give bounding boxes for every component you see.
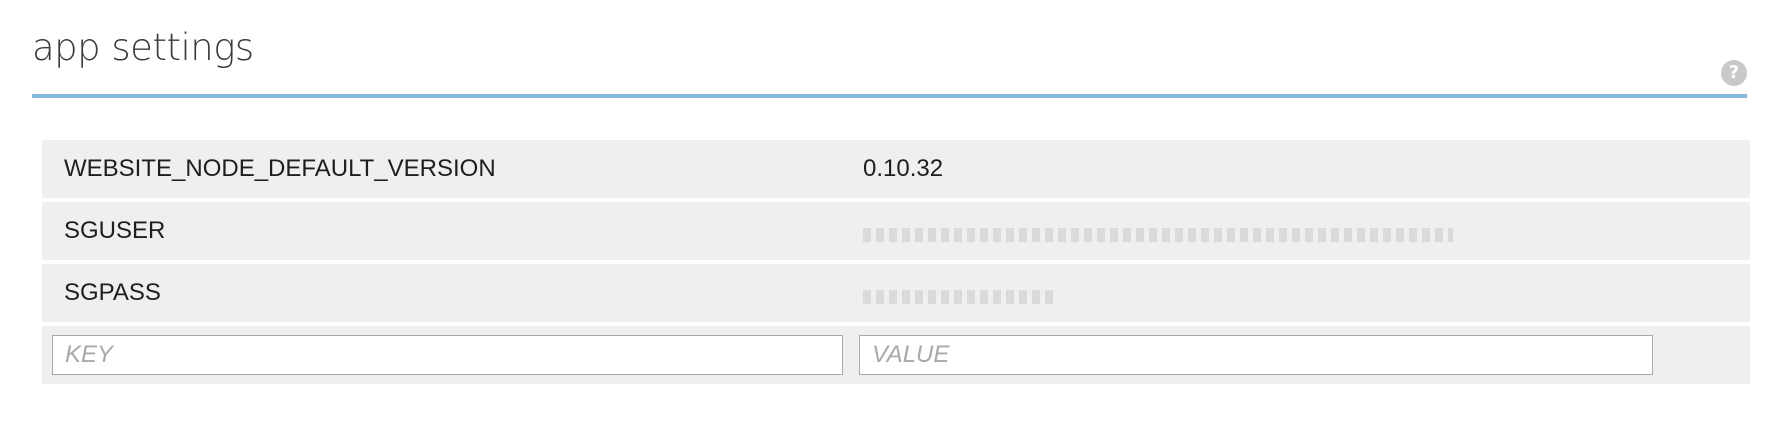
setting-value-obscured [863,220,1750,242]
setting-row: SGUSER [42,202,1750,260]
section-title: app settings [32,26,254,69]
setting-key: SGUSER [64,217,166,244]
setting-key: SGPASS [64,279,161,306]
app-settings-table: WEBSITE_NODE_DEFAULT_VERSION 0.10.32 SGU… [42,140,1750,384]
setting-row: SGPASS [42,264,1750,322]
setting-value-obscured [863,282,1750,304]
setting-value: 0.10.32 [863,155,944,182]
section-header: app settings ? [32,0,1747,98]
new-value-input[interactable] [859,335,1653,375]
obscured-value [863,228,1453,242]
help-icon[interactable]: ? [1721,60,1747,86]
new-key-input[interactable] [52,335,843,375]
app-settings-panel: app settings ? WEBSITE_NODE_DEFAULT_VERS… [0,0,1782,428]
setting-row: WEBSITE_NODE_DEFAULT_VERSION 0.10.32 [42,140,1750,198]
obscured-value [863,290,1053,304]
new-setting-row [42,326,1750,384]
setting-key: WEBSITE_NODE_DEFAULT_VERSION [64,155,496,182]
